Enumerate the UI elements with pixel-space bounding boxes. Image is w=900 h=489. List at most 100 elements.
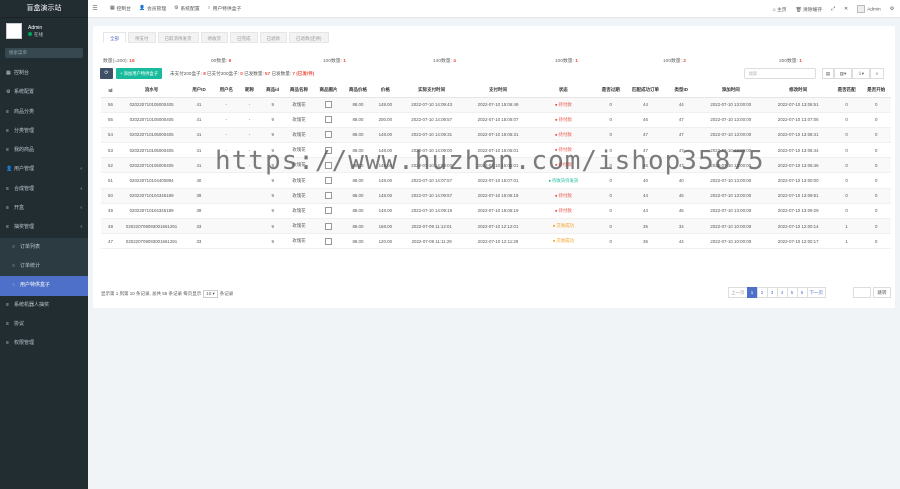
table-row[interactable]: 54 020220710105000405 41- -9 玫瑰花 88.00 148.00 2… xyxy=(101,127,891,144)
column-header[interactable]: 流水号 xyxy=(119,84,184,98)
clear-cache-link[interactable]: 🗑 清除缓存 xyxy=(796,6,823,13)
column-header[interactable]: 类型ID xyxy=(665,84,698,98)
top-tab[interactable]: ▦ 控制台 xyxy=(110,5,131,12)
column-header[interactable]: 用户ID xyxy=(183,84,215,98)
filter-tab[interactable]: 待支付 xyxy=(128,32,156,43)
sidebar-item[interactable]: ≡ 系统机器人抽奖 xyxy=(0,296,88,315)
sidebar-item[interactable]: ≡ 商品分类 xyxy=(0,103,88,122)
add-button[interactable]: + 添加用户特供盒子 xyxy=(116,68,162,79)
filter-tab[interactable]: 已取消待发货 xyxy=(157,32,199,43)
table-row[interactable]: 48 020220709093001661291 33 9 玫瑰花 88.00 168.00… xyxy=(101,218,891,235)
column-header[interactable]: 商品id xyxy=(261,84,285,98)
sidebar-item[interactable]: ≡ 协议 xyxy=(0,315,88,334)
table-cell: - xyxy=(214,157,238,174)
filter-tab[interactable]: 已退款(还待) xyxy=(289,32,329,43)
prev-page-button[interactable]: 上一页 xyxy=(728,287,748,298)
table-cell: 2022-07-10 12:11:29 xyxy=(465,233,531,250)
table-cell: 2022-07-10 13:00:00 xyxy=(697,157,765,174)
search-input[interactable]: 搜索 xyxy=(744,68,816,79)
filter-tab[interactable]: 已退款 xyxy=(259,32,287,43)
table-cell: 玫瑰花 xyxy=(284,233,314,250)
table-cell: 88.00 xyxy=(343,203,373,220)
column-header[interactable]: 添加时间 xyxy=(697,84,765,98)
table-cell: 020220710104400894 xyxy=(119,172,184,189)
home-link[interactable]: ⌂ 主页 xyxy=(773,6,787,13)
app-logo[interactable]: 盲盒演示站 xyxy=(0,0,88,18)
top-tab[interactable]: 👤 会员管理 xyxy=(139,5,166,12)
sidebar-item[interactable]: ≡ 权限管理 xyxy=(0,334,88,353)
column-header[interactable]: 商品名称 xyxy=(284,84,314,98)
sidebar-item[interactable]: ⚙ 系统配置 xyxy=(0,83,88,102)
table-row[interactable]: 56 020220710105000405 41- -9 玫瑰花 88.00 148.00 2… xyxy=(101,97,891,113)
product-image xyxy=(324,131,332,139)
user-menu[interactable]: Admin xyxy=(857,5,881,13)
table-cell: 168.00 xyxy=(372,218,398,235)
column-header[interactable]: 匹配成功订单 xyxy=(625,84,666,98)
column-header[interactable]: 是否过期 xyxy=(595,84,626,98)
table-row[interactable]: 52 020220710105000405 41- -9 玫瑰花 88.00 148.00 2… xyxy=(101,157,891,174)
table-cell: 9 xyxy=(261,127,285,144)
sidebar-item[interactable]: ≡ 合成管理 ‹ xyxy=(0,180,88,199)
sidebar-item[interactable]: ≡ 我的商品 xyxy=(0,141,88,160)
column-header[interactable]: 修改时间 xyxy=(764,84,832,98)
next-page-button[interactable]: 下一页 xyxy=(806,287,826,298)
table-cell: 2022-07-10 14:09:31 xyxy=(397,127,466,144)
filter-tab[interactable]: 全部 xyxy=(103,32,126,43)
sidebar-search-input[interactable]: 搜索菜单 xyxy=(5,48,83,58)
sidebar-item[interactable]: 👤 用户管理 ‹ xyxy=(0,160,88,179)
column-header[interactable]: Id xyxy=(101,84,120,98)
table-row[interactable]: 50 020220710104345189 39 9 玫瑰花 88.00 148.00 202… xyxy=(101,188,891,204)
sidebar-item[interactable]: ▦ 控制台 xyxy=(0,64,88,83)
column-header[interactable]: 实际支付时间 xyxy=(397,84,466,98)
column-header[interactable]: 商品价格 xyxy=(343,84,373,98)
per-page-select[interactable]: 10 ▾ xyxy=(203,290,218,298)
table-row[interactable]: 47 020220709093001661291 33 9 玫瑰花 88.00 120.00… xyxy=(101,233,891,250)
top-tab[interactable]: ⚙ 系统配置 xyxy=(174,5,200,12)
table-row[interactable]: 53 020220710105000405 41- -9 玫瑰花 88.00 148.00 2… xyxy=(101,142,891,159)
table-row[interactable]: 51 020220710104400894 40 9 玫瑰花 88.00 148.00 202… xyxy=(101,172,891,189)
column-header[interactable]: 支付时间 xyxy=(465,84,531,98)
page-jump-input[interactable] xyxy=(853,287,871,298)
list-icon: ≡ xyxy=(6,320,9,327)
menu-toggle-icon[interactable]: ☰ xyxy=(88,5,102,12)
sidebar-item[interactable]: ≡ 抽奖管理 ‹ xyxy=(0,218,88,237)
filter-tab[interactable]: 待收货 xyxy=(200,32,228,43)
table-cell: 41 xyxy=(183,142,215,159)
toggle-view-button[interactable]: ▤ xyxy=(822,68,834,79)
column-header[interactable]: 昵称 xyxy=(237,84,262,98)
sidebar-item[interactable]: ○ 用户特供盒子 xyxy=(0,276,88,296)
table-row[interactable]: 55 020220710105000405 41- -9 玫瑰花 88.00 200.00 2… xyxy=(101,112,891,128)
table-cell: 148.00 xyxy=(372,142,398,159)
column-header[interactable]: 是否开始 xyxy=(861,84,891,98)
column-header[interactable]: 状态 xyxy=(530,84,596,98)
sidebar-item[interactable]: ○ 订单列表 xyxy=(0,237,88,257)
table-cell: 88.00 xyxy=(343,157,373,174)
column-header[interactable]: 价格 xyxy=(372,84,398,98)
settings-icon[interactable]: ⚙ xyxy=(890,7,894,12)
table-cell: 50 xyxy=(101,188,120,204)
sidebar-item[interactable]: ○ 订单统计 xyxy=(0,256,88,277)
filter-tab[interactable]: 已完成 xyxy=(230,32,258,43)
table-cell: 2022-07-10 14:09:43 xyxy=(397,97,466,113)
top-tab[interactable]: ○ 用户特供盒子 xyxy=(208,5,242,12)
column-header[interactable]: 用户名 xyxy=(214,84,238,98)
table-cell xyxy=(237,172,262,189)
table-cell: 2022-07-10 12:00:14 xyxy=(764,218,832,235)
per-page-value: 10 xyxy=(206,291,212,296)
sidebar-item[interactable]: ≡ 开盒 ‹ xyxy=(0,199,88,218)
column-header[interactable]: 是否匹配 xyxy=(831,84,862,98)
columns-button[interactable]: ▥▾ xyxy=(834,68,852,79)
advanced-search-button[interactable]: ⌕ xyxy=(870,68,884,79)
chevron-left-icon: ‹ xyxy=(80,224,82,231)
sidebar-item[interactable]: ≡ 分类管理 xyxy=(0,122,88,141)
fullscreen-icon[interactable]: ⤢ xyxy=(831,6,835,12)
close-icon[interactable]: ✕ xyxy=(844,7,848,12)
refresh-button[interactable]: ⟳ xyxy=(100,68,113,79)
table-cell: 148.00 xyxy=(372,203,398,220)
page-jump-button[interactable]: 跳转 xyxy=(873,287,891,298)
export-button[interactable]: ⇩▾ xyxy=(852,68,870,79)
table-row[interactable]: 49 020220710104345189 39 9 玫瑰花 88.00 148.00 202… xyxy=(101,203,891,220)
column-header[interactable]: 商品图片 xyxy=(313,84,344,98)
user-name: Admin xyxy=(28,24,43,31)
table-cell: 玫瑰花 xyxy=(284,203,314,220)
